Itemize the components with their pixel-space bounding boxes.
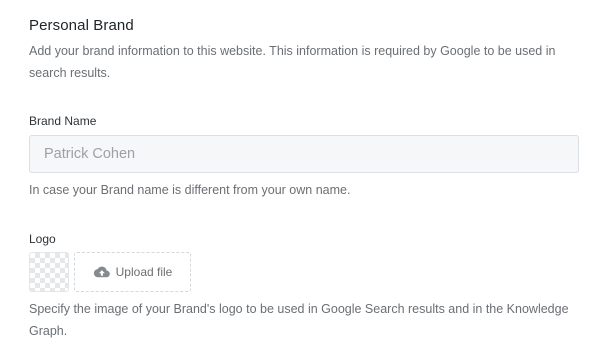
upload-file-label: Upload file: [115, 265, 173, 279]
section-description: Add your brand information to this websi…: [29, 44, 556, 80]
section-title: Personal Brand: [29, 17, 134, 34]
brand-name-label: Brand Name: [29, 114, 97, 128]
logo-help: Specify the image of your Brand's logo t…: [29, 302, 569, 338]
brand-name-help: In case your Brand name is different fro…: [29, 183, 351, 197]
logo-label: Logo: [29, 232, 56, 246]
upload-file-button[interactable]: Upload file: [74, 252, 191, 292]
cloud-upload-icon: [93, 266, 110, 278]
personal-brand-panel: Personal Brand Add your brand informatio…: [0, 0, 610, 356]
logo-preview-thumbnail: [29, 252, 69, 292]
brand-name-input[interactable]: [29, 135, 579, 173]
